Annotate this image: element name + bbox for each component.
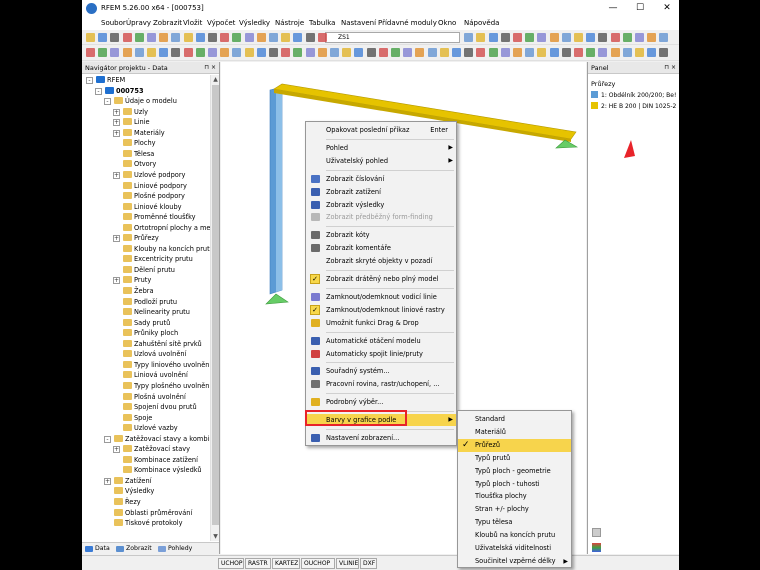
- menu-separator: [326, 169, 454, 171]
- context-menu-item[interactable]: Pohled ▶: [306, 142, 456, 154]
- context-menu-label: Zamknout/odemknout vodicí linie: [326, 292, 437, 301]
- submenu-label: Stran +/- plochy: [475, 505, 529, 514]
- context-menu-label: Podrobný výběr...: [326, 398, 384, 407]
- context-menu-item[interactable]: Nastavení zobrazení...: [306, 432, 456, 444]
- menu-separator: [326, 331, 454, 333]
- menu-separator: [326, 226, 454, 228]
- submenu-item[interactable]: Uživatelská viditelnosti: [458, 542, 571, 555]
- context-menu-label: Uživatelský pohled: [326, 156, 389, 165]
- submenu-item[interactable]: Materiálů: [458, 426, 571, 439]
- context-menu-label: Souřadný systém...: [326, 367, 390, 376]
- context-menu-label: Zobrazit komentáře: [326, 244, 391, 253]
- submenu-arrow-icon: ▶: [448, 143, 453, 151]
- context-menu-item: Zobrazit předběžný form-finding: [306, 211, 456, 223]
- submenu-label: Standard: [475, 415, 505, 423]
- menu-separator: [326, 429, 454, 430]
- submenu-arrow-icon: ▶: [448, 156, 453, 164]
- menu-item-icon: [311, 187, 320, 196]
- context-menu-item[interactable]: Automaticky spojit linie/pruty: [306, 348, 456, 360]
- submenu-label: Tloušťka plochy: [475, 492, 527, 501]
- context-menu-item[interactable]: Zobrazit číslování: [306, 173, 456, 185]
- submenu-label: Materiálů: [475, 427, 506, 436]
- submenu-label: Kloubů na koncích prutu: [475, 531, 556, 540]
- checkmark-icon: ✓: [462, 439, 470, 450]
- submenu-item[interactable]: ✓ Průřezů: [458, 438, 571, 452]
- annotation-arrowhead: [624, 140, 635, 158]
- submenu-item[interactable]: Tloušťka plochy: [458, 490, 571, 503]
- context-menu-label: Zamknout/odemknout liniové rastry: [326, 305, 445, 314]
- context-menu-label: Opakovat poslední příkaz: [326, 126, 410, 134]
- menu-item-icon: [311, 367, 320, 376]
- menu-item-icon: [311, 349, 320, 358]
- submenu-label: Součinitel vzpěrné délky: [475, 556, 556, 565]
- menu-separator: [326, 362, 454, 364]
- submenu-label: Typů ploch - geometrie: [475, 466, 551, 475]
- shortcut-label: Enter: [430, 126, 448, 134]
- context-menu-label: Zobrazit skryté objekty v pozadí: [326, 257, 433, 266]
- submenu-label: Průřezů: [475, 440, 501, 449]
- checkmark-icon: ✓: [310, 274, 320, 284]
- menu-item-icon: [311, 231, 320, 240]
- context-menu-item[interactable]: Souřadný systém...: [306, 365, 456, 377]
- context-menu-label: Pracovní rovina, rastr/uchopení, ...: [326, 380, 440, 389]
- menu-separator: [326, 270, 454, 271]
- submenu-label: Typu tělesa: [475, 518, 513, 527]
- submenu-item[interactable]: Součinitel vzpěrné délky ▶: [458, 555, 571, 568]
- menu-item-icon: [311, 398, 320, 407]
- context-menu-label: Zobrazit předběžný form-finding: [326, 213, 433, 222]
- submenu-label: Typů prutů: [475, 453, 511, 462]
- context-menu-item[interactable]: Zobrazit kóty: [306, 229, 456, 241]
- context-menu-item[interactable]: Pracovní rovina, rastr/uchopení, ...: [306, 378, 456, 390]
- context-menu: Opakovat poslední příkaz Enter Pohled ▶ Uživ…: [305, 121, 457, 446]
- annotation-highlight-box: [305, 410, 407, 426]
- context-menu-item[interactable]: Zobrazit skryté objekty v pozadí: [306, 255, 456, 267]
- context-menu-label: Nastavení zobrazení...: [326, 434, 400, 442]
- context-menu-item[interactable]: Podrobný výběr...: [306, 396, 456, 408]
- context-menu-item[interactable]: ✓ Zamknout/odemknout liniové rastry: [306, 304, 456, 316]
- context-menu-label: Automatické otáčení modelu: [326, 336, 421, 345]
- submenu-label: Uživatelská viditelnosti: [475, 544, 552, 552]
- menu-item-icon: [311, 292, 320, 301]
- colors-submenu: Standard Materiálů ✓ Průřezů Typů prutů Typů …: [457, 410, 572, 568]
- submenu-item[interactable]: Typů ploch - tuhosti: [458, 478, 571, 491]
- context-menu-item[interactable]: Zobrazit výsledky: [306, 199, 456, 211]
- context-menu-item[interactable]: Uživatelský pohled ▶: [306, 155, 456, 167]
- submenu-label: Typů ploch - tuhosti: [475, 479, 540, 488]
- menu-item-icon: [311, 174, 320, 183]
- menu-item-icon: [311, 380, 320, 389]
- context-menu-item[interactable]: Opakovat poslední příkaz Enter: [306, 124, 456, 136]
- menu-item-icon: [311, 213, 320, 222]
- context-menu-item[interactable]: Umožnit funkci Drag & Drop: [306, 317, 456, 329]
- submenu-item[interactable]: Typu tělesa: [458, 516, 571, 529]
- submenu-item[interactable]: Typů prutů: [458, 452, 571, 465]
- submenu-arrow-icon: ▶: [563, 557, 568, 565]
- menu-item-icon: [311, 336, 320, 345]
- context-menu-label: Pohled: [326, 143, 349, 152]
- menu-separator: [326, 393, 454, 395]
- context-menu-label: Automaticky spojit linie/pruty: [326, 349, 423, 358]
- menu-item-icon: [311, 244, 320, 253]
- context-menu-item[interactable]: Zobrazit zatížení: [306, 186, 456, 198]
- menu-item-icon: [311, 200, 320, 209]
- submenu-item[interactable]: Standard: [458, 413, 571, 426]
- submenu-arrow-icon: ▶: [448, 416, 453, 424]
- context-menu-item[interactable]: ✓ Zobrazit drátěný nebo plný model: [306, 273, 456, 285]
- submenu-item[interactable]: Kloubů na koncích prutu: [458, 529, 571, 542]
- context-menu-item[interactable]: Zamknout/odemknout vodicí linie: [306, 291, 456, 303]
- menu-item-icon: [311, 318, 320, 327]
- context-menu-label: Zobrazit číslování: [326, 174, 385, 183]
- checkmark-icon: ✓: [310, 304, 320, 315]
- context-menu-label: Zobrazit drátěný nebo plný model: [326, 275, 439, 283]
- context-menu-item[interactable]: Automatické otáčení modelu: [306, 335, 456, 347]
- context-menu-item[interactable]: Zobrazit komentáře: [306, 242, 456, 254]
- menu-separator: [326, 138, 454, 140]
- menu-item-icon: [311, 434, 320, 442]
- submenu-item[interactable]: Stran +/- plochy: [458, 503, 571, 516]
- submenu-item[interactable]: Typů ploch - geometrie: [458, 465, 571, 478]
- context-menu-label: Zobrazit kóty: [326, 231, 370, 240]
- menu-separator: [326, 287, 454, 289]
- context-menu-label: Zobrazit zatížení: [326, 187, 381, 196]
- context-menu-label: Umožnit funkci Drag & Drop: [326, 318, 419, 327]
- context-menu-label: Zobrazit výsledky: [326, 200, 385, 209]
